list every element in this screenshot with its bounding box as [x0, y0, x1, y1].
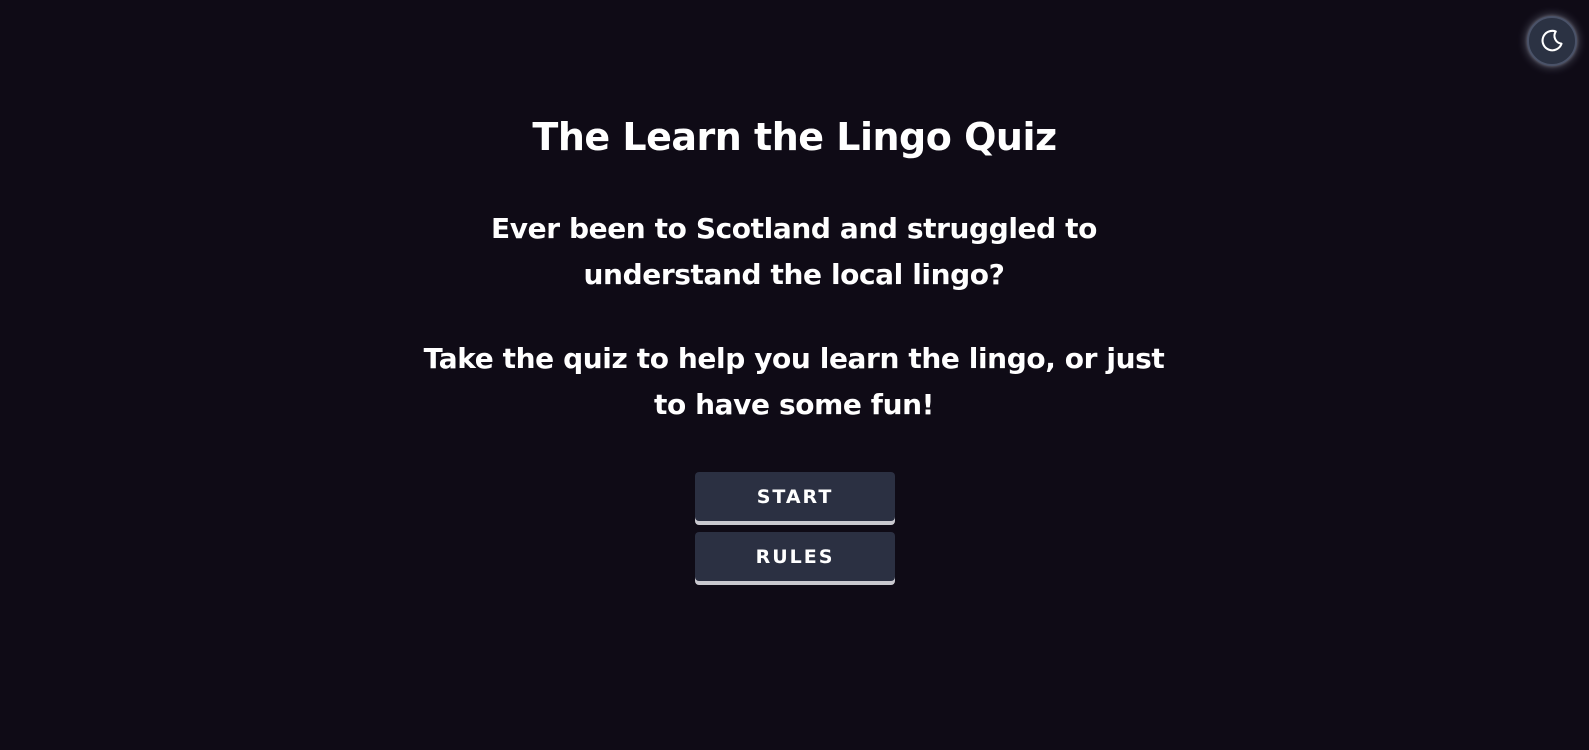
quiz-home-page: The Learn the Lingo Quiz Ever been to Sc…: [0, 0, 1589, 750]
intro-line-1: Ever been to Scotland and struggled to: [491, 212, 1097, 245]
cta-line-2: to have some fun!: [653, 388, 935, 421]
intro-line-2: understand the local lingo?: [583, 258, 1005, 291]
moon-icon: [1539, 28, 1565, 54]
cta-line-1: Take the quiz to help you learn the ling…: [423, 342, 1165, 375]
start-button[interactable]: START: [695, 472, 895, 521]
rules-button[interactable]: RULES: [695, 532, 895, 581]
intro-text: Ever been to Scotland and struggled to u…: [394, 206, 1194, 298]
theme-toggle-button[interactable]: [1527, 16, 1577, 66]
call-to-action-text: Take the quiz to help you learn the ling…: [394, 336, 1194, 428]
page-title: The Learn the Lingo Quiz: [532, 115, 1057, 159]
